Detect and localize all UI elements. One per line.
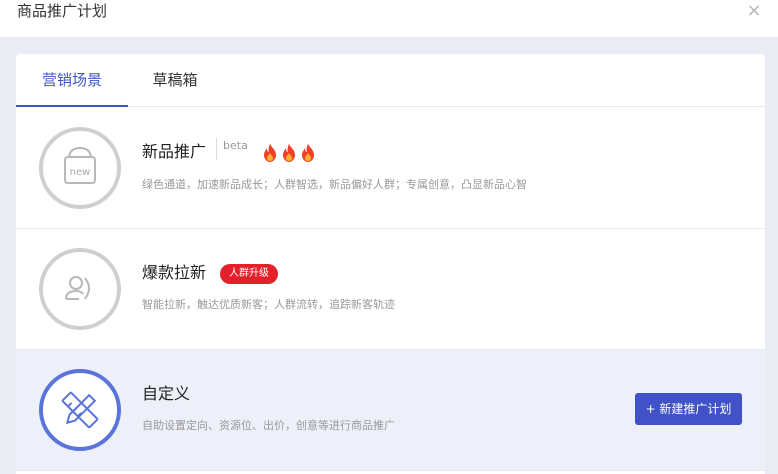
beta-tag: beta — [223, 139, 248, 152]
new-promotion-plan-button[interactable]: + 新建推广计划 — [635, 393, 742, 425]
audience-upgrade-badge: 人群升级 — [220, 264, 278, 284]
dialog-header: 商品推广计划 × — [0, 0, 778, 37]
scene-desc-hot-acquisition: 智能拉新，触达优质新客；人群流转，追踪新客轨迹 — [142, 298, 395, 311]
fire-icon — [283, 144, 295, 162]
scene-desc-custom: 自助设置定向、资源位、出价，创意等进行商品推广 — [142, 419, 395, 432]
dialog-title: 商品推广计划 — [17, 2, 108, 20]
ruler-pencil-icon — [39, 369, 121, 451]
tab-drafts[interactable]: 草稿箱 — [128, 54, 222, 107]
tab-marketing-scenes[interactable]: 营销场景 — [16, 54, 128, 107]
close-icon[interactable]: × — [744, 1, 764, 21]
scene-new-product[interactable]: new — [16, 108, 765, 229]
new-basket-icon: new — [39, 127, 121, 209]
scene-title-custom: 自定义 — [142, 384, 191, 403]
scene-desc-new-product: 绿色通道，加速新品成长；人群智选，新品偏好人群；专属创意，凸显新品心智 — [142, 178, 527, 191]
tab-bar: 营销场景 草稿箱 — [16, 54, 765, 107]
active-tab-indicator — [16, 105, 128, 107]
scene-hot-acquisition[interactable] — [16, 229, 765, 350]
scene-title-hot-acquisition: 爆款拉新 — [142, 263, 207, 282]
scene-panel: 营销场景 草稿箱 new 新品推广 beta 绿色通道，加速新品成长；人群智选，… — [16, 54, 765, 474]
scene-title-new-product: 新品推广 — [142, 142, 207, 161]
fire-icon — [264, 144, 276, 162]
title-divider — [216, 138, 217, 160]
user-plus-icon — [39, 248, 121, 330]
svg-text:new: new — [70, 167, 91, 178]
fire-icon — [302, 144, 314, 162]
